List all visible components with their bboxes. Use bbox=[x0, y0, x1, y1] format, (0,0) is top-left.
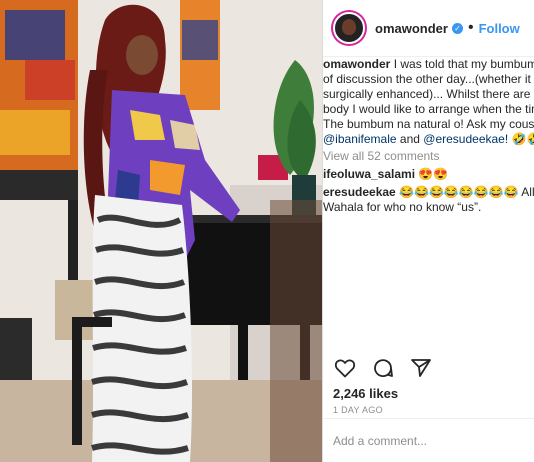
comment-text: 😍😍 bbox=[418, 167, 449, 181]
comments-list: omawonder I was told that my bumbum wa o… bbox=[323, 57, 534, 347]
comment-username[interactable]: eresudeekae bbox=[323, 185, 396, 199]
comment-username[interactable]: ifeoluwa_salami bbox=[323, 167, 415, 181]
caption-line-1: I was told that my bumbum wa bbox=[393, 57, 534, 71]
view-all-comments[interactable]: View all 52 comments bbox=[323, 149, 534, 164]
post-photo[interactable] bbox=[0, 0, 322, 462]
comment-icon[interactable] bbox=[371, 356, 395, 380]
post-date: 1 DAY AGO bbox=[333, 405, 383, 415]
post-header: omawonder ✓ • Follow bbox=[323, 0, 534, 57]
caption-line-2: of discussion the other day...(whether i… bbox=[323, 72, 534, 86]
likes-count[interactable]: 2,246 likes bbox=[333, 386, 398, 401]
caption: omawonder I was told that my bumbum wa o… bbox=[323, 57, 534, 147]
share-icon[interactable] bbox=[409, 356, 433, 380]
heart-icon[interactable] bbox=[333, 356, 357, 380]
post-panel: omawonder ✓ • Follow omawonder I was tol… bbox=[322, 0, 534, 462]
caption-and: and bbox=[399, 132, 420, 146]
caption-line-3: surgically enhanced)... Whilst there are… bbox=[323, 87, 534, 101]
follow-button[interactable]: Follow bbox=[479, 21, 520, 36]
mention-link[interactable]: @ibanifemale bbox=[323, 132, 397, 146]
action-bar bbox=[333, 356, 433, 380]
caption-emoji: 🤣🤣🤣🤣 bbox=[511, 132, 534, 146]
caption-line-4: body I would like to arrange when the ti… bbox=[323, 102, 534, 116]
separator-dot: • bbox=[467, 19, 474, 36]
mention-link[interactable]: @eresudeekae! bbox=[423, 132, 508, 146]
photo-illustration bbox=[0, 0, 322, 462]
comment-text-line-2: Wahala for who no know “us”. bbox=[323, 200, 482, 214]
comment-item: eresudeekae 😂😂😂😂😂😂😂😂 All natural! Wahala… bbox=[323, 185, 534, 215]
comment-item: ifeoluwa_salami 😍😍 bbox=[323, 167, 534, 182]
caption-line-5: The bumbum na natural o! Ask my cousins bbox=[323, 117, 534, 131]
username[interactable]: omawonder bbox=[375, 21, 448, 36]
caption-username[interactable]: omawonder bbox=[323, 57, 390, 71]
verified-icon: ✓ bbox=[451, 22, 463, 34]
avatar[interactable] bbox=[333, 12, 365, 44]
comment-text: 😂😂😂😂😂😂😂😂 All natural! bbox=[399, 185, 534, 199]
add-comment-input[interactable]: Add a comment... bbox=[323, 418, 534, 462]
